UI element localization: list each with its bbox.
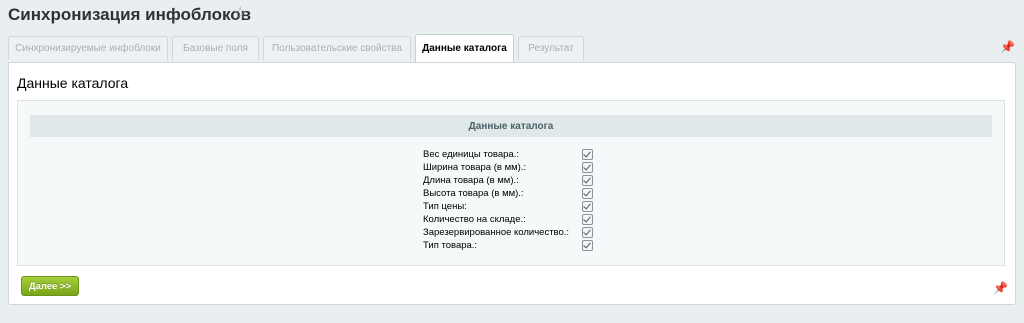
field-row: Зарезервированное количество.: — [423, 226, 593, 239]
field-checkbox-length[interactable] — [582, 175, 593, 186]
field-label: Тип цены: — [423, 201, 467, 212]
field-label: Тип товара.: — [423, 240, 478, 251]
section-heading: Данные каталога — [17, 75, 129, 91]
field-checkbox-product-type[interactable] — [582, 240, 593, 251]
field-checkbox-height[interactable] — [582, 188, 593, 199]
tab-content-panel: Данные каталога Данные каталога Вес един… — [8, 62, 1016, 305]
field-label: Вес единицы товара.: — [423, 149, 519, 160]
field-row: Тип товара.: — [423, 239, 593, 252]
tab-user-properties[interactable]: Пользовательские свойства — [263, 36, 411, 60]
field-checkbox-width[interactable] — [582, 162, 593, 173]
field-row: Вес единицы товара.: — [423, 148, 593, 161]
catalog-data-box: Данные каталога Вес единицы товара.: Шир… — [17, 100, 1005, 266]
field-label: Зарезервированное количество.: — [423, 227, 570, 238]
field-label: Количество на складе.: — [423, 214, 526, 225]
field-row: Ширина товара (в мм).: — [423, 161, 593, 174]
field-row: Высота товара (в мм).: — [423, 187, 593, 200]
tab-result[interactable]: Результат — [518, 36, 584, 60]
field-checkbox-stock-quantity[interactable] — [582, 214, 593, 225]
field-label: Длина товара (в мм).: — [423, 175, 519, 186]
pin-icon[interactable]: 📌 — [993, 281, 1008, 295]
field-checkbox-weight[interactable] — [582, 149, 593, 160]
field-label: Ширина товара (в мм).: — [423, 162, 527, 173]
tab-synced-iblocks[interactable]: Синхронизируемые инфоблоки — [8, 36, 168, 60]
catalog-fields-list: Вес единицы товара.: Ширина товара (в мм… — [423, 148, 593, 252]
field-checkbox-reserved-quantity[interactable] — [582, 227, 593, 238]
pin-icon[interactable]: 📌 — [1000, 40, 1015, 54]
tab-base-fields[interactable]: Базовые поля — [172, 36, 259, 60]
field-row: Длина товара (в мм).: — [423, 174, 593, 187]
field-checkbox-price-type[interactable] — [582, 201, 593, 212]
field-label: Высота товара (в мм).: — [423, 188, 524, 199]
section-header: Данные каталога — [30, 115, 992, 137]
star-icon[interactable]: ☆ — [233, 6, 247, 22]
field-row: Количество на складе.: — [423, 213, 593, 226]
next-button[interactable]: Далее >> — [21, 276, 79, 296]
page-title: Синхронизация инфоблоков — [8, 5, 252, 24]
tab-catalog-data[interactable]: Данные каталога — [415, 34, 514, 62]
field-row: Тип цены: — [423, 200, 593, 213]
